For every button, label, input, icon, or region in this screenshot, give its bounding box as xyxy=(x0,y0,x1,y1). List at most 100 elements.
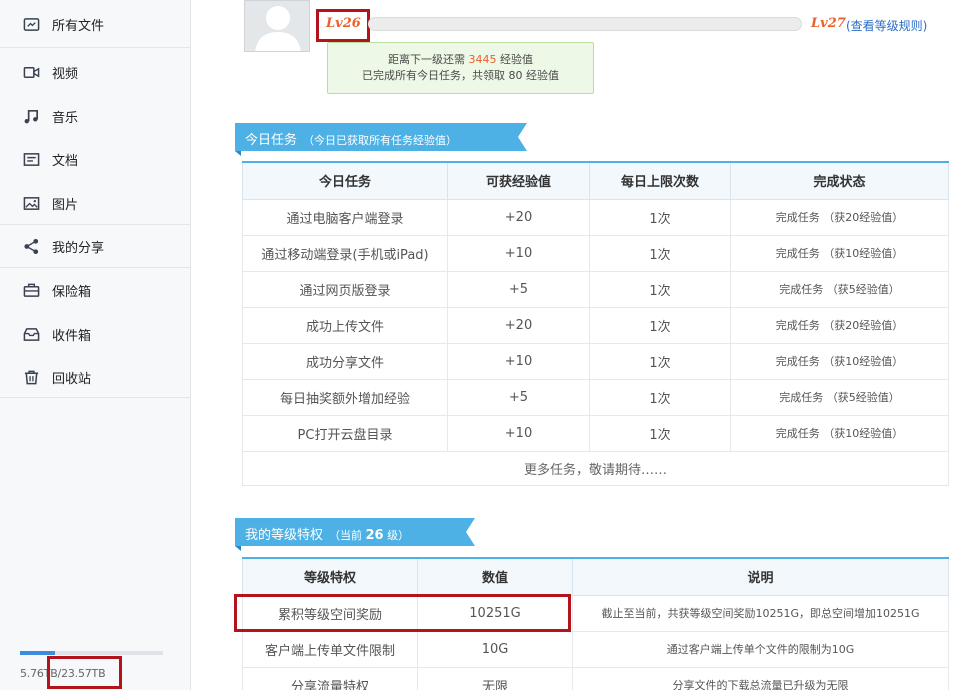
level-tip-box: 距离下一级还需 3445 经验值 已完成所有今日任务，共领取 80 经验值 xyxy=(327,42,594,94)
column-header: 可获经验值 xyxy=(447,161,590,200)
sidebar-item-label: 图片 xyxy=(52,197,79,213)
task-name: 通过移动端登录(手机或iPad) xyxy=(242,234,448,272)
task-name: PC打开云盘目录 xyxy=(242,414,448,452)
privilege-value: 无限 xyxy=(417,666,573,690)
storage-quota-text: 5.76TB/23.57TB xyxy=(20,667,106,680)
table-footer-row: 更多任务，敬请期待…… xyxy=(242,450,949,486)
current-level-badge: Lv26 xyxy=(326,16,361,31)
subtitle-prefix: （当前 xyxy=(329,529,363,542)
task-status: 完成任务 （获10经验值） xyxy=(730,342,949,380)
sidebar-item-label: 所有文件 xyxy=(52,18,105,34)
table-row: 累积等级空间奖励 10251G 截止至当前，共获等级空间奖励10251G，即总空… xyxy=(242,594,949,632)
task-name: 成功分享文件 xyxy=(242,342,448,380)
table-row: 成功上传文件 +20 1次 完成任务 （获20经验值） xyxy=(242,306,949,344)
task-points: +5 xyxy=(447,378,590,416)
privilege-value: 10G xyxy=(417,630,573,668)
divider xyxy=(0,224,190,225)
task-status: 完成任务 （获20经验值） xyxy=(730,306,949,344)
sidebar-item-music[interactable]: 音乐 xyxy=(0,96,190,136)
subtitle-suffix: 级） xyxy=(387,529,410,542)
video-icon xyxy=(22,63,40,81)
divider xyxy=(0,47,190,48)
task-status: 完成任务 （获20经验值） xyxy=(730,198,949,236)
task-limit: 1次 xyxy=(589,234,731,272)
sidebar-item-video[interactable]: 视频 xyxy=(0,52,190,92)
trash-icon xyxy=(22,368,40,386)
column-header: 今日任务 xyxy=(242,161,448,200)
tasks-title: 今日任务 xyxy=(245,133,298,148)
sidebar-item-safe[interactable]: 保险箱 xyxy=(0,270,190,310)
privilege-name: 分享流量特权 xyxy=(242,666,418,690)
privilege-description: 截止至当前，共获等级空间奖励10251G，即总空间增加10251G xyxy=(572,594,949,632)
table-row: 通过移动端登录(手机或iPad) +10 1次 完成任务 （获10经验值） xyxy=(242,234,949,272)
sidebar: 所有文件 视频 音乐 文档 图片 我的分享 保险箱 收件箱 回收站 5.76TB… xyxy=(0,0,191,690)
storage-quota-fill xyxy=(20,651,55,655)
sidebar-item-label: 回收站 xyxy=(52,371,92,387)
storage-quota-bar xyxy=(20,651,163,655)
task-status: 完成任务 （获10经验值） xyxy=(730,414,949,452)
column-header: 完成状态 xyxy=(730,161,949,200)
tip-line-1: 距离下一级还需 3445 经验值 xyxy=(328,52,593,68)
task-name: 通过电脑客户端登录 xyxy=(242,198,448,236)
table-row: PC打开云盘目录 +10 1次 完成任务 （获10经验值） xyxy=(242,414,949,452)
column-header: 数值 xyxy=(417,557,573,596)
divider xyxy=(0,397,190,398)
sidebar-item-my-share[interactable]: 我的分享 xyxy=(0,226,190,266)
task-limit: 1次 xyxy=(589,198,731,236)
privileges-table: 等级特权 数值 说明 累积等级空间奖励 10251G 截止至当前，共获等级空间奖… xyxy=(242,557,949,690)
column-header: 等级特权 xyxy=(242,557,418,596)
table-row: 成功分享文件 +10 1次 完成任务 （获10经验值） xyxy=(242,342,949,380)
privilege-value: 10251G xyxy=(417,594,573,632)
task-limit: 1次 xyxy=(589,378,731,416)
tasks-subtitle: （今日已获取所有任务经验值） xyxy=(303,134,458,147)
task-status: 完成任务 （获5经验值） xyxy=(730,378,949,416)
table-header-row: 等级特权 数值 说明 xyxy=(242,557,949,596)
sidebar-item-label: 文档 xyxy=(52,153,79,169)
sidebar-item-label: 收件箱 xyxy=(52,328,92,344)
task-limit: 1次 xyxy=(589,414,731,452)
tip-line-2: 已完成所有今日任务，共领取 80 经验值 xyxy=(362,69,559,82)
sidebar-item-inbox[interactable]: 收件箱 xyxy=(0,314,190,354)
music-icon xyxy=(22,107,40,125)
task-name: 每日抽奖额外增加经验 xyxy=(242,378,448,416)
task-points: +10 xyxy=(447,234,590,272)
sidebar-item-all-files[interactable]: 所有文件 xyxy=(0,4,190,44)
privilege-name: 客户端上传单文件限制 xyxy=(242,630,418,668)
column-header: 每日上限次数 xyxy=(589,161,731,200)
sidebar-item-label: 保险箱 xyxy=(52,284,92,300)
task-points: +5 xyxy=(447,270,590,308)
privileges-subtitle: （当前 26 级） xyxy=(329,528,410,543)
privilege-description: 通过客户端上传单个文件的限制为10G xyxy=(572,630,949,668)
tip-prefix: 距离下一级还需 xyxy=(388,53,465,66)
tip-points: 3445 xyxy=(468,53,497,66)
task-points: +20 xyxy=(447,198,590,236)
tip-suffix: 经验值 xyxy=(500,53,533,66)
table-header-row: 今日任务 可获经验值 每日上限次数 完成状态 xyxy=(242,161,949,200)
level-rules-link[interactable]: (查看等级规则) xyxy=(846,17,927,34)
column-header: 说明 xyxy=(572,557,949,596)
sidebar-item-documents[interactable]: 文档 xyxy=(0,139,190,179)
task-status: 完成任务 （获10经验值） xyxy=(730,234,949,272)
task-status: 完成任务 （获5经验值） xyxy=(730,270,949,308)
subtitle-level: 26 xyxy=(365,528,384,543)
task-limit: 1次 xyxy=(589,342,731,380)
task-name: 通过网页版登录 xyxy=(242,270,448,308)
privileges-title: 我的等级特权 xyxy=(245,528,324,543)
more-tasks-text: 更多任务，敬请期待…… xyxy=(242,450,949,486)
privilege-description: 分享文件的下载总流量已升级为无限 xyxy=(572,666,949,690)
tasks-table: 今日任务 可获经验值 每日上限次数 完成状态 通过电脑客户端登录 +20 1次 … xyxy=(242,161,949,486)
sidebar-item-images[interactable]: 图片 xyxy=(0,183,190,223)
sidebar-item-label: 我的分享 xyxy=(52,240,105,256)
all-files-icon xyxy=(22,15,40,33)
avatar[interactable] xyxy=(244,0,310,52)
image-icon xyxy=(22,194,40,212)
task-points: +10 xyxy=(447,342,590,380)
inbox-icon xyxy=(22,325,40,343)
safe-icon xyxy=(22,281,40,299)
task-limit: 1次 xyxy=(589,270,731,308)
table-row: 通过网页版登录 +5 1次 完成任务 （获5经验值） xyxy=(242,270,949,308)
level-progress-bar xyxy=(368,17,802,31)
privilege-name: 累积等级空间奖励 xyxy=(242,594,418,632)
sidebar-item-trash[interactable]: 回收站 xyxy=(0,357,190,397)
sidebar-item-label: 音乐 xyxy=(52,110,79,126)
